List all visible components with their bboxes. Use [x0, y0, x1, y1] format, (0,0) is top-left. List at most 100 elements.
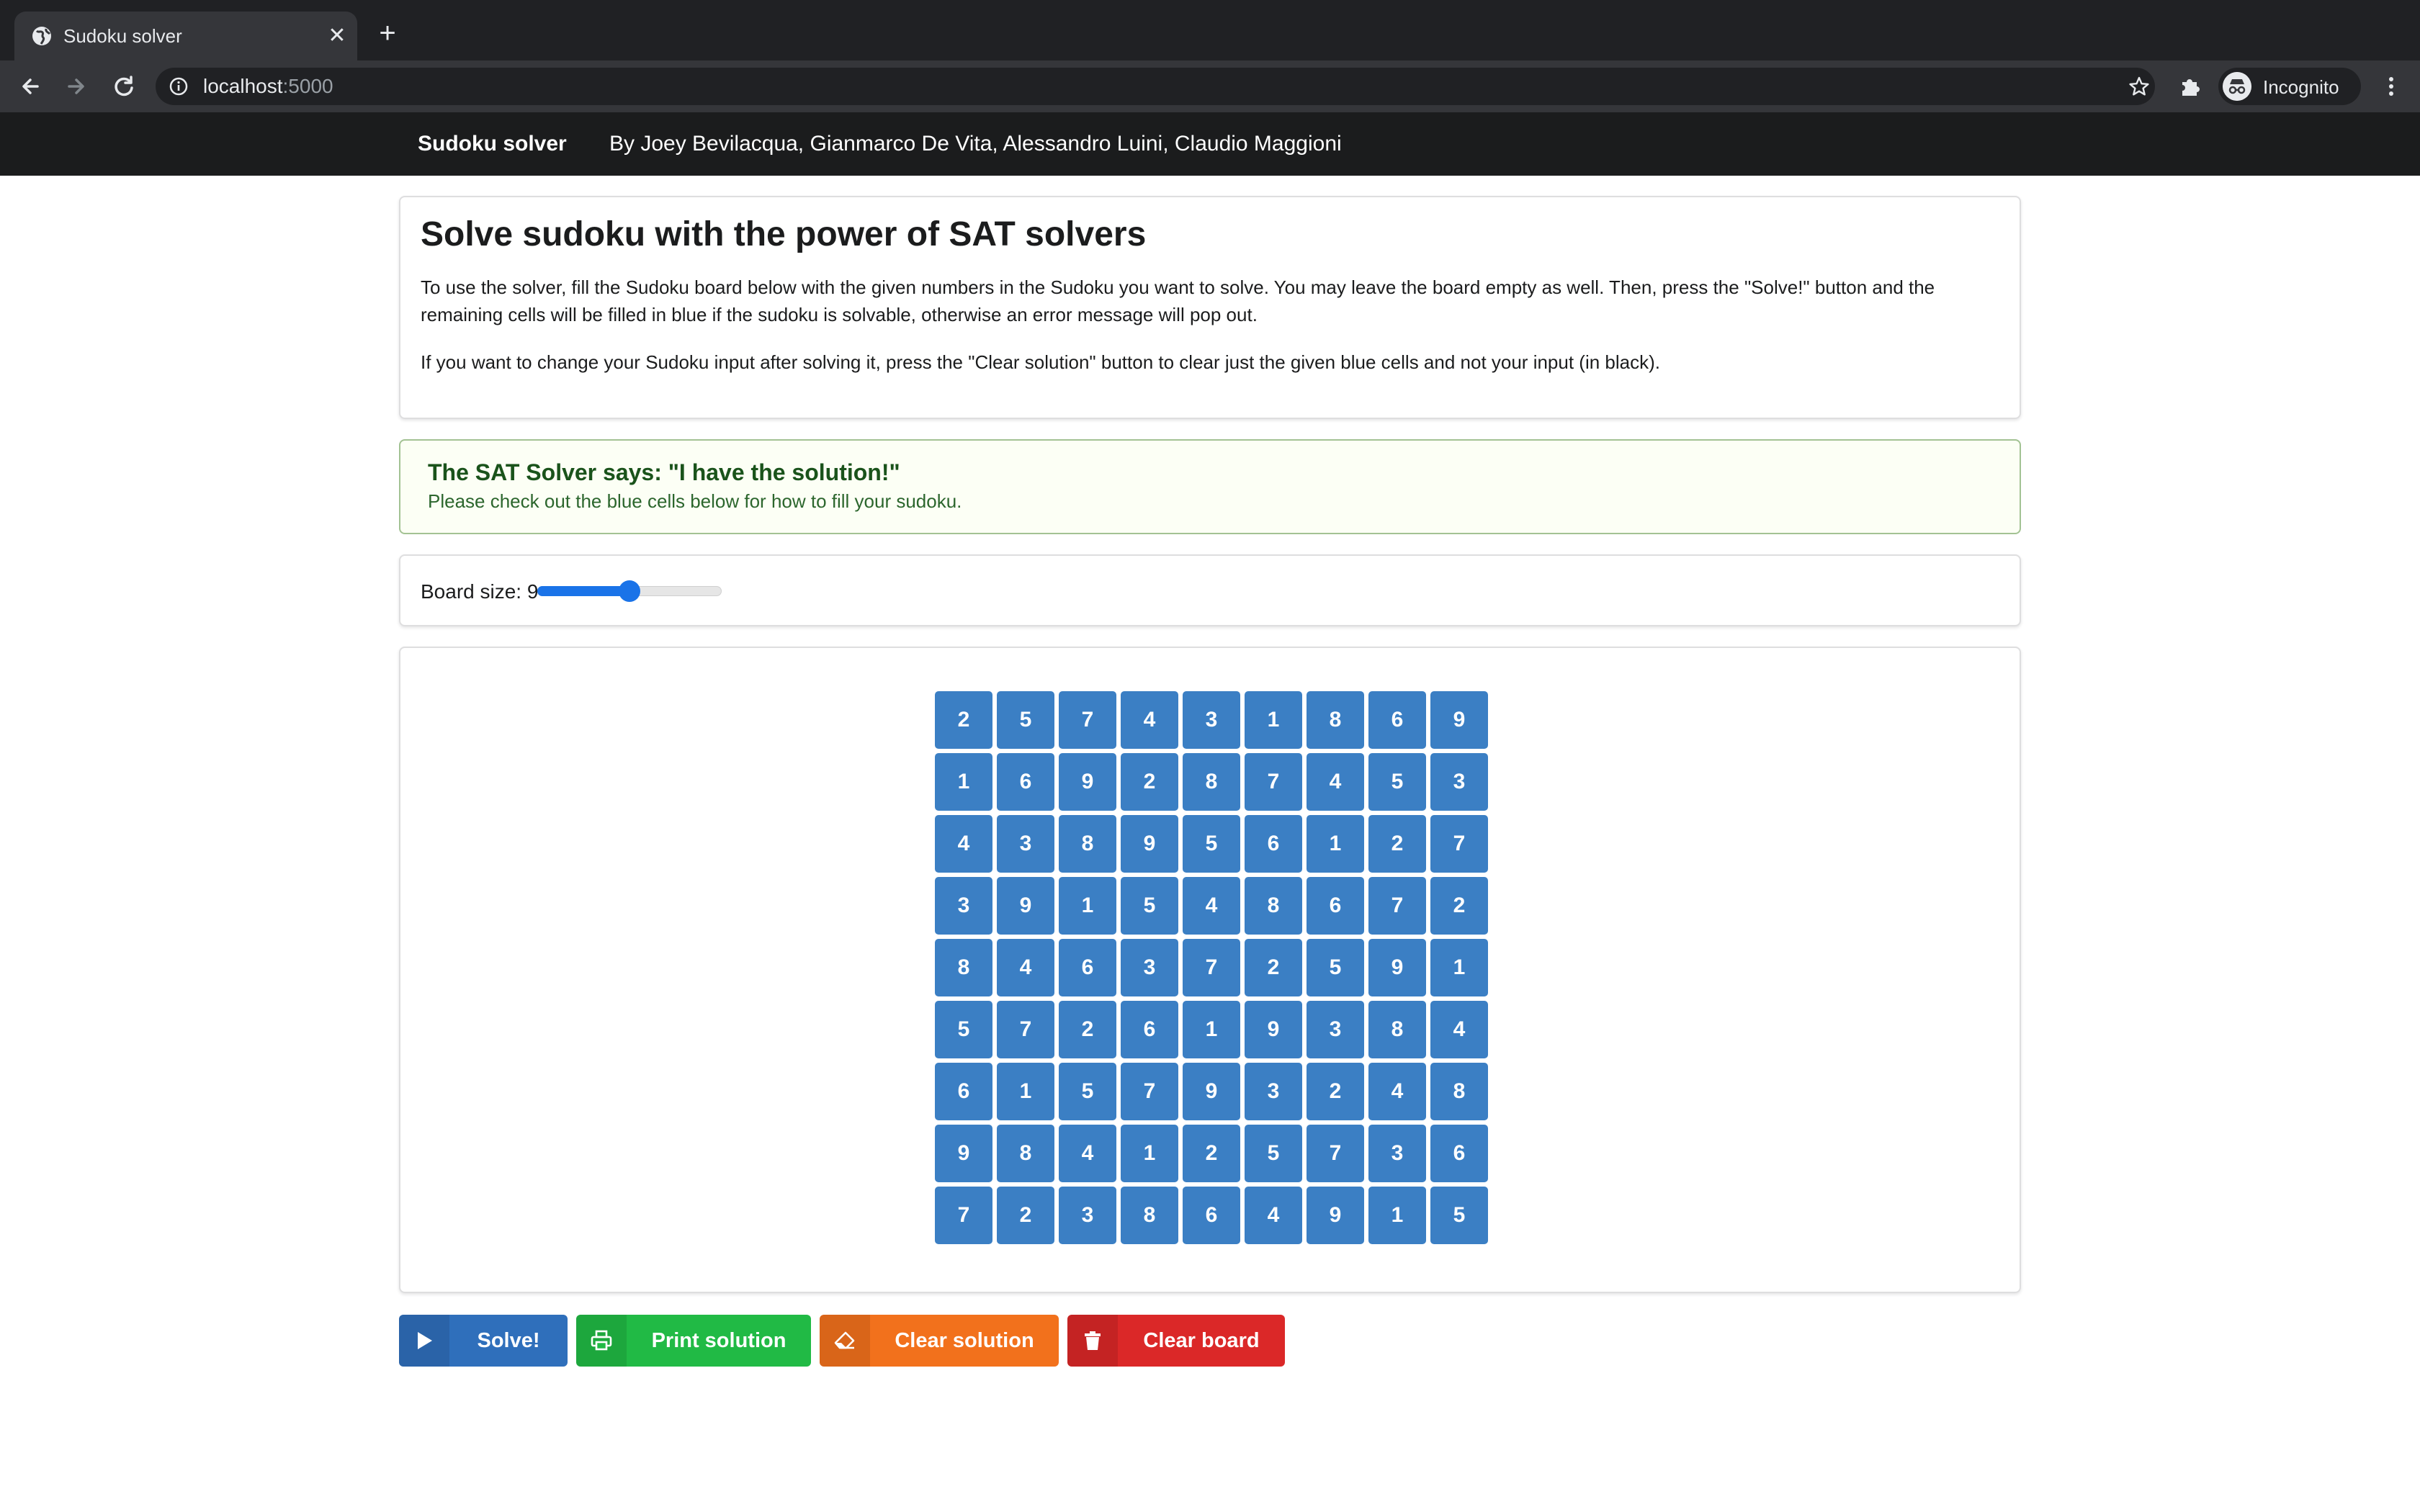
sudoku-cell[interactable]: 2 [1121, 753, 1178, 811]
sudoku-cell[interactable]: 2 [1430, 877, 1488, 935]
sudoku-cell[interactable]: 1 [1183, 1001, 1240, 1058]
sudoku-cell[interactable]: 3 [1183, 691, 1240, 749]
sudoku-cell[interactable]: 5 [1430, 1187, 1488, 1244]
puzzle-icon[interactable] [2178, 73, 2204, 99]
back-arrow-icon[interactable] [16, 72, 45, 101]
sudoku-cell[interactable]: 8 [997, 1125, 1054, 1182]
slider-thumb[interactable] [619, 580, 640, 602]
sudoku-cell[interactable]: 9 [1121, 815, 1178, 873]
sudoku-cell[interactable]: 5 [1307, 939, 1364, 996]
sudoku-cell[interactable]: 3 [1307, 1001, 1364, 1058]
sudoku-cell[interactable]: 2 [1245, 939, 1302, 996]
close-icon[interactable]: ✕ [323, 22, 351, 50]
sudoku-cell[interactable]: 6 [1121, 1001, 1178, 1058]
sudoku-cell[interactable]: 1 [1307, 815, 1364, 873]
sudoku-cell[interactable]: 8 [1307, 691, 1364, 749]
info-icon[interactable] [169, 76, 189, 96]
sudoku-cell[interactable]: 2 [1059, 1001, 1116, 1058]
sudoku-cell[interactable]: 1 [935, 753, 992, 811]
sudoku-cell[interactable]: 1 [1245, 691, 1302, 749]
clear-solution-button[interactable]: Clear solution [820, 1315, 1059, 1367]
sudoku-cell[interactable]: 6 [1245, 815, 1302, 873]
sudoku-cell[interactable]: 2 [1368, 815, 1426, 873]
sudoku-cell[interactable]: 4 [1059, 1125, 1116, 1182]
incognito-profile-button[interactable]: Incognito [2218, 68, 2361, 105]
sudoku-cell[interactable]: 1 [1059, 877, 1116, 935]
sudoku-cell[interactable]: 8 [1368, 1001, 1426, 1058]
sudoku-cell[interactable]: 7 [1307, 1125, 1364, 1182]
sudoku-cell[interactable]: 7 [1368, 877, 1426, 935]
sudoku-cell[interactable]: 7 [1121, 1063, 1178, 1120]
sudoku-cell[interactable]: 3 [1121, 939, 1178, 996]
address-bar[interactable]: localhost:5000 [156, 68, 2155, 105]
plus-icon[interactable]: + [372, 19, 403, 50]
sudoku-cell[interactable]: 8 [1430, 1063, 1488, 1120]
app-brand-link[interactable]: Sudoku solver [418, 131, 567, 157]
sudoku-cell[interactable]: 3 [1245, 1063, 1302, 1120]
star-icon[interactable] [2128, 75, 2151, 98]
sudoku-cell[interactable]: 6 [1059, 939, 1116, 996]
clear-board-button[interactable]: Clear board [1067, 1315, 1285, 1367]
sudoku-cell[interactable]: 5 [1121, 877, 1178, 935]
sudoku-cell[interactable]: 5 [997, 691, 1054, 749]
sudoku-cell[interactable]: 1 [1368, 1187, 1426, 1244]
sudoku-cell[interactable]: 9 [1307, 1187, 1364, 1244]
sudoku-cell[interactable]: 6 [1368, 691, 1426, 749]
sudoku-cell[interactable]: 7 [935, 1187, 992, 1244]
sudoku-cell[interactable]: 4 [1245, 1187, 1302, 1244]
sudoku-cell[interactable]: 3 [1430, 753, 1488, 811]
sudoku-cell[interactable]: 9 [997, 877, 1054, 935]
sudoku-cell[interactable]: 5 [1183, 815, 1240, 873]
sudoku-cell[interactable]: 9 [935, 1125, 992, 1182]
sudoku-cell[interactable]: 2 [935, 691, 992, 749]
sudoku-cell[interactable]: 8 [1245, 877, 1302, 935]
sudoku-cell[interactable]: 4 [1307, 753, 1364, 811]
sudoku-cell[interactable]: 3 [1059, 1187, 1116, 1244]
sudoku-cell[interactable]: 4 [935, 815, 992, 873]
sudoku-cell[interactable]: 6 [1430, 1125, 1488, 1182]
sudoku-cell[interactable]: 6 [935, 1063, 992, 1120]
clear-instructions-paragraph: If you want to change your Sudoku input … [421, 351, 1660, 373]
sudoku-cell[interactable]: 9 [1368, 939, 1426, 996]
sudoku-cell[interactable]: 2 [1307, 1063, 1364, 1120]
sudoku-cell[interactable]: 4 [1121, 691, 1178, 749]
sudoku-cell[interactable]: 4 [997, 939, 1054, 996]
browser-tab[interactable]: Sudoku solver ✕ [14, 12, 357, 60]
kebab-menu-icon[interactable] [2377, 72, 2406, 101]
sudoku-cell[interactable]: 7 [997, 1001, 1054, 1058]
sudoku-cell[interactable]: 7 [1183, 939, 1240, 996]
sudoku-cell[interactable]: 6 [997, 753, 1054, 811]
print-solution-button[interactable]: Print solution [576, 1315, 811, 1367]
sudoku-cell[interactable]: 9 [1059, 753, 1116, 811]
sudoku-cell[interactable]: 6 [1183, 1187, 1240, 1244]
sudoku-cell[interactable]: 9 [1183, 1063, 1240, 1120]
sudoku-cell[interactable]: 1 [1121, 1125, 1178, 1182]
solve-button[interactable]: Solve! [399, 1315, 568, 1367]
sudoku-cell[interactable]: 8 [1183, 753, 1240, 811]
sudoku-cell[interactable]: 3 [935, 877, 992, 935]
sudoku-cell[interactable]: 4 [1368, 1063, 1426, 1120]
sudoku-cell[interactable]: 3 [997, 815, 1054, 873]
sudoku-cell[interactable]: 6 [1307, 877, 1364, 935]
sudoku-cell[interactable]: 7 [1245, 753, 1302, 811]
sudoku-cell[interactable]: 4 [1183, 877, 1240, 935]
sudoku-cell[interactable]: 7 [1059, 691, 1116, 749]
sudoku-cell[interactable]: 1 [997, 1063, 1054, 1120]
sudoku-cell[interactable]: 9 [1245, 1001, 1302, 1058]
sudoku-cell[interactable]: 5 [1059, 1063, 1116, 1120]
sudoku-cell[interactable]: 5 [935, 1001, 992, 1058]
sudoku-cell[interactable]: 2 [1183, 1125, 1240, 1182]
sudoku-cell[interactable]: 5 [1368, 753, 1426, 811]
reload-icon[interactable] [109, 72, 138, 101]
sudoku-cell[interactable]: 8 [1059, 815, 1116, 873]
sudoku-cell[interactable]: 8 [935, 939, 992, 996]
forward-arrow-icon[interactable] [62, 72, 91, 101]
sudoku-cell[interactable]: 7 [1430, 815, 1488, 873]
sudoku-cell[interactable]: 8 [1121, 1187, 1178, 1244]
sudoku-cell[interactable]: 3 [1368, 1125, 1426, 1182]
sudoku-cell[interactable]: 4 [1430, 1001, 1488, 1058]
sudoku-cell[interactable]: 5 [1245, 1125, 1302, 1182]
sudoku-cell[interactable]: 2 [997, 1187, 1054, 1244]
sudoku-cell[interactable]: 1 [1430, 939, 1488, 996]
sudoku-cell[interactable]: 9 [1430, 691, 1488, 749]
